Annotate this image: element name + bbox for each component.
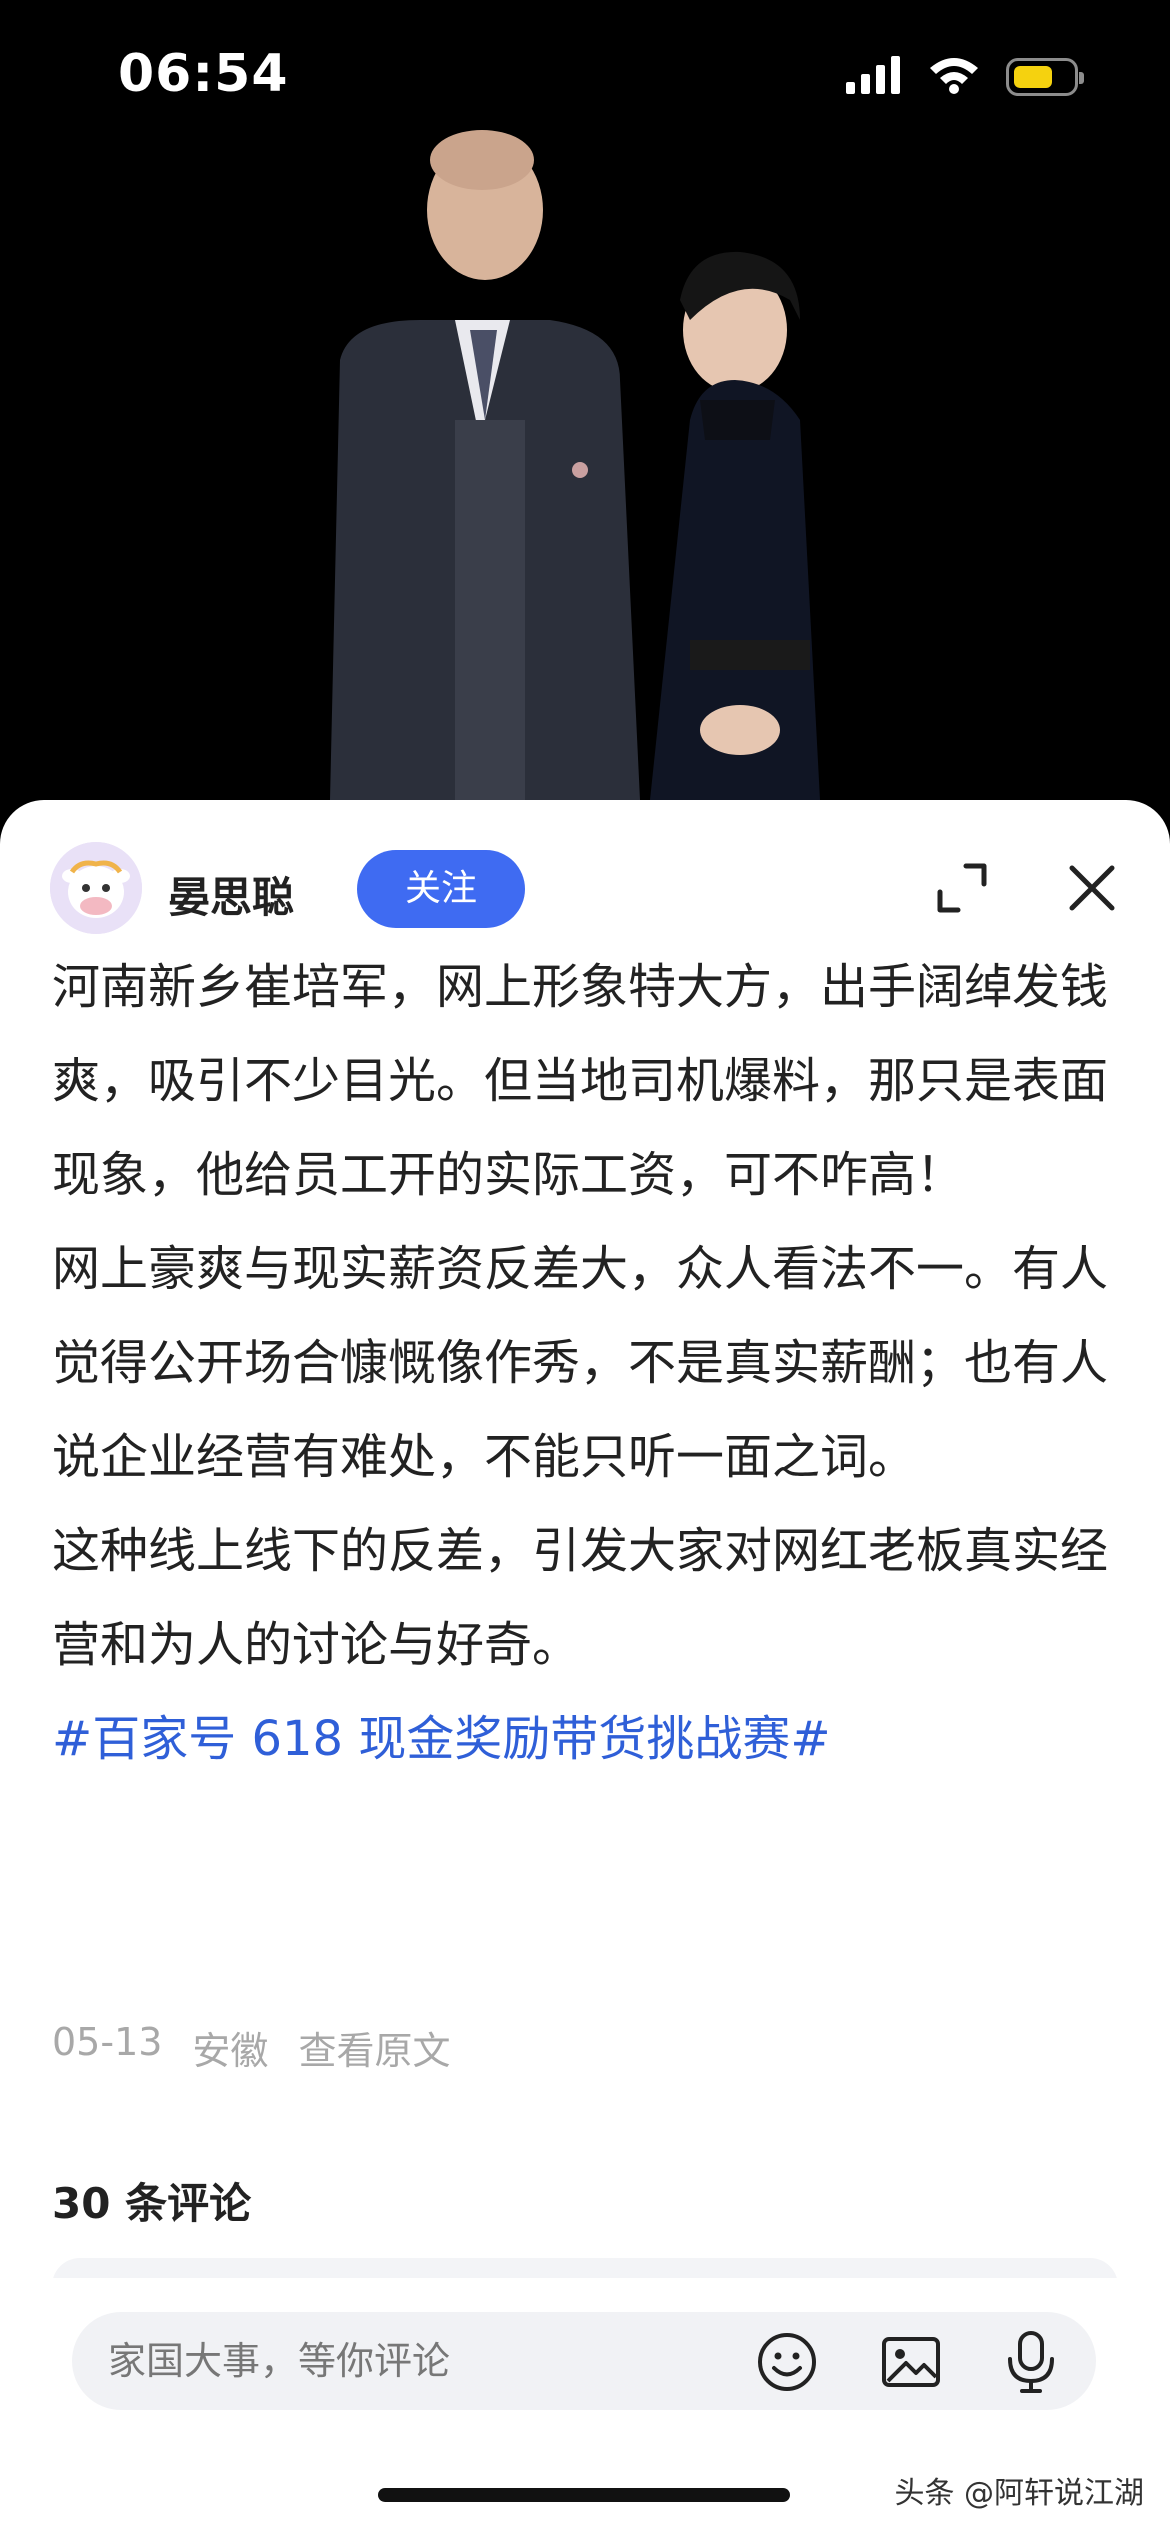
- post-date: 05-13: [52, 2020, 163, 2064]
- post-paragraph: 网上豪爽与现实薪资反差大，众人看法不一。有人觉得公开场合慷慨像作秀，不是真实薪酬…: [52, 1241, 1109, 1485]
- post-meta: 05-13 安徽 查看原文: [52, 2020, 450, 2075]
- close-icon[interactable]: [1062, 858, 1122, 918]
- wifi-icon: [928, 56, 980, 98]
- microphone-icon[interactable]: [1000, 2329, 1062, 2395]
- watermark: 头条 @阿轩说江湖: [894, 2476, 1144, 2511]
- cellular-signal-icon: [846, 56, 902, 98]
- post-body: 河南新乡崔培军，网上形象特大方，出手阔绰发钱爽，吸引不少目光。但当地司机爆料，那…: [52, 940, 1118, 1786]
- expand-icon[interactable]: [932, 858, 992, 918]
- hashtag-link[interactable]: #百家号 618 现金奖励带货挑战赛#: [52, 1692, 1118, 1786]
- status-bar: 06:54: [0, 0, 1170, 160]
- clock: 06:54: [118, 44, 289, 104]
- avatar[interactable]: [50, 842, 142, 934]
- status-icons: [846, 56, 1084, 98]
- battery-level: [1014, 66, 1052, 88]
- post-paragraph: 这种线上线下的反差，引发大家对网红老板真实经营和为人的讨论与好奇。: [52, 1523, 1109, 1673]
- comments-count: 30 条评论: [52, 2179, 252, 2228]
- view-original-link[interactable]: 查看原文: [298, 2020, 450, 2075]
- battery-icon: [1006, 58, 1084, 96]
- author-row: 晏思聪 关注: [50, 830, 1170, 934]
- author-name[interactable]: 晏思聪: [168, 864, 294, 925]
- comment-input[interactable]: 家国大事，等你评论: [72, 2312, 1096, 2410]
- image-icon[interactable]: [880, 2331, 942, 2393]
- post-sheet: 晏思聪 关注 河南新乡崔培军，网上形象特大方，出手阔绰发钱爽，吸引不少目光。但当…: [0, 800, 1170, 2532]
- cow-avatar-icon: [50, 842, 142, 934]
- post-paragraph: 河南新乡崔培军，网上形象特大方，出手阔绰发钱爽，吸引不少目光。但当地司机爆料，那…: [52, 959, 1109, 1203]
- post-location: 安徽: [192, 2029, 269, 2073]
- comment-placeholder: 家国大事，等你评论: [108, 2339, 451, 2383]
- home-indicator[interactable]: [378, 2488, 790, 2502]
- follow-button[interactable]: 关注: [357, 850, 525, 928]
- emoji-icon[interactable]: [756, 2331, 818, 2393]
